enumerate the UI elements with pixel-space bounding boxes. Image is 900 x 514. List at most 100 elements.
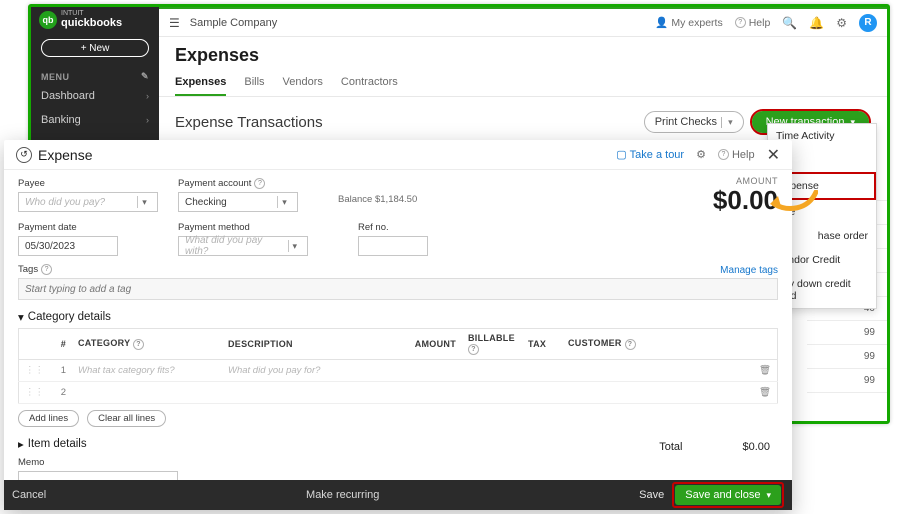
- new-button[interactable]: + New: [41, 39, 149, 57]
- subheader-title: Expense Transactions: [175, 114, 323, 131]
- drag-handle-icon[interactable]: ⋮⋮: [19, 360, 51, 382]
- modal-header: ↺ Expense ▢ Take a tour ⚙ ? Help ✕: [4, 140, 792, 170]
- hamburger-icon[interactable]: ☰: [169, 16, 180, 30]
- payment-account-label: Payment account ?: [178, 178, 318, 189]
- my-experts-link[interactable]: 👤 My experts: [655, 16, 722, 29]
- ref-no-label: Ref no.: [358, 222, 458, 233]
- print-checks-button[interactable]: Print Checks ▾: [644, 111, 744, 133]
- chevron-down-icon: ▾: [766, 490, 771, 501]
- history-icon[interactable]: ↺: [16, 147, 32, 163]
- tab-expenses[interactable]: Expenses: [175, 72, 226, 96]
- info-icon[interactable]: ?: [133, 339, 144, 350]
- chevron-down-icon[interactable]: ▾: [721, 117, 733, 128]
- gear-icon[interactable]: ⚙: [836, 16, 847, 30]
- col-category: CATEGORY: [78, 338, 130, 348]
- close-icon[interactable]: ✕: [767, 145, 780, 165]
- col-customer: CUSTOMER: [568, 338, 622, 348]
- add-lines-button[interactable]: Add lines: [18, 410, 79, 427]
- memo-input[interactable]: [18, 471, 178, 480]
- take-tour-link[interactable]: ▢ Take a tour: [616, 148, 684, 161]
- category-cell[interactable]: What tax category fits?: [72, 360, 222, 382]
- payment-account-select[interactable]: Checking ▾: [178, 192, 298, 212]
- tags-input[interactable]: [18, 278, 778, 300]
- company-name: Sample Company: [190, 17, 277, 29]
- save-button[interactable]: Save: [639, 489, 664, 501]
- gear-icon[interactable]: ⚙: [696, 148, 706, 161]
- category-table: # CATEGORY ? DESCRIPTION AMOUNT BILLABLE…: [18, 328, 778, 404]
- col-tax: TAX: [522, 329, 562, 360]
- page-title: Expenses: [159, 37, 887, 72]
- memo-label: Memo: [18, 457, 778, 468]
- total-value: $0.00: [742, 441, 770, 453]
- modal-body: AMOUNT $0.00 Payee Who did you pay? ▾ Pa…: [4, 170, 792, 480]
- sidebar-menu-label: MENU: [41, 72, 70, 82]
- avatar[interactable]: R: [859, 14, 877, 32]
- drag-handle-icon[interactable]: ⋮⋮: [19, 382, 51, 404]
- col-billable: BILLABLE: [468, 333, 515, 343]
- tab-vendors[interactable]: Vendors: [283, 72, 323, 96]
- sidebar-item-label: Banking: [41, 114, 81, 126]
- info-icon[interactable]: ?: [41, 264, 52, 275]
- save-and-close-label: Save and close: [685, 489, 760, 501]
- tab-contractors[interactable]: Contractors: [341, 72, 398, 96]
- row-number: 1: [50, 360, 72, 382]
- brand-text: INTUIT quickbooks: [61, 11, 122, 29]
- tabs: Expenses Bills Vendors Contractors: [159, 72, 887, 97]
- table-row[interactable]: ⋮⋮ 1 What tax category fits? What did yo…: [19, 360, 778, 382]
- caret-right-icon: ▸: [18, 437, 24, 451]
- info-icon[interactable]: ?: [254, 178, 265, 189]
- map-icon: ▢: [616, 148, 626, 161]
- payment-method-placeholder: What did you pay with?: [185, 235, 284, 257]
- cancel-button[interactable]: Cancel: [12, 489, 46, 501]
- amount-value: $0.00: [713, 186, 778, 214]
- tags-label: Tags ?: [18, 264, 52, 275]
- sidebar-item-dashboard[interactable]: Dashboard ›: [31, 84, 159, 108]
- modal-title: Expense: [38, 147, 92, 163]
- help-link[interactable]: ? Help: [718, 149, 755, 161]
- payment-date-label: Payment date: [18, 222, 158, 233]
- bg-amount: 99: [807, 345, 887, 369]
- ref-no-input[interactable]: [358, 236, 428, 256]
- help-link[interactable]: ? Help: [735, 17, 771, 29]
- person-icon: 👤: [655, 16, 668, 29]
- payment-account-value: Checking: [185, 197, 227, 208]
- trash-icon[interactable]: 🗑: [753, 382, 778, 404]
- sidebar-menu-header: MENU ✎: [31, 63, 159, 84]
- help-label: Help: [732, 149, 755, 161]
- category-details-label: Category details: [28, 311, 111, 323]
- description-cell[interactable]: What did you pay for?: [222, 360, 402, 382]
- caret-down-icon: ▾: [18, 310, 24, 324]
- manage-tags-link[interactable]: Manage tags: [720, 265, 778, 276]
- chevron-right-icon: ›: [146, 91, 149, 101]
- info-icon[interactable]: ?: [625, 339, 636, 350]
- col-num: #: [50, 329, 72, 360]
- pencil-icon[interactable]: ✎: [141, 71, 149, 82]
- new-button-label: + New: [81, 43, 110, 54]
- payee-select[interactable]: Who did you pay? ▾: [18, 192, 158, 212]
- payment-date-input[interactable]: [18, 236, 118, 256]
- trash-icon[interactable]: 🗑: [753, 360, 778, 382]
- bell-icon[interactable]: 🔔: [809, 16, 824, 30]
- help-icon: ?: [718, 149, 729, 160]
- tab-bills[interactable]: Bills: [244, 72, 264, 96]
- modal-footer: Cancel Make recurring Save Save and clos…: [4, 480, 792, 510]
- balance-text: Balance $1,184.50: [338, 178, 417, 205]
- sidebar-item-banking[interactable]: Banking ›: [31, 108, 159, 132]
- make-recurring-link[interactable]: Make recurring: [46, 489, 639, 501]
- save-and-close-button[interactable]: Save and close ▾: [675, 485, 781, 505]
- payee-placeholder: Who did you pay?: [25, 197, 105, 208]
- info-icon[interactable]: ?: [468, 344, 479, 355]
- clear-lines-button[interactable]: Clear all lines: [87, 410, 166, 427]
- payee-label: Payee: [18, 178, 158, 189]
- table-row[interactable]: ⋮⋮ 2 🗑: [19, 382, 778, 404]
- category-details-toggle[interactable]: ▾ Category details: [18, 310, 778, 324]
- brand-name: quickbooks: [61, 17, 122, 29]
- item-details-toggle[interactable]: ▸ Item details: [18, 437, 87, 451]
- help-label: Help: [749, 17, 771, 29]
- help-icon: ?: [735, 17, 746, 28]
- bg-amount: 99: [807, 321, 887, 345]
- payment-method-select[interactable]: What did you pay with? ▾: [178, 236, 308, 256]
- bg-amount: 99: [807, 369, 887, 393]
- chevron-down-icon: ▾: [137, 196, 151, 208]
- search-icon[interactable]: 🔍: [782, 16, 797, 30]
